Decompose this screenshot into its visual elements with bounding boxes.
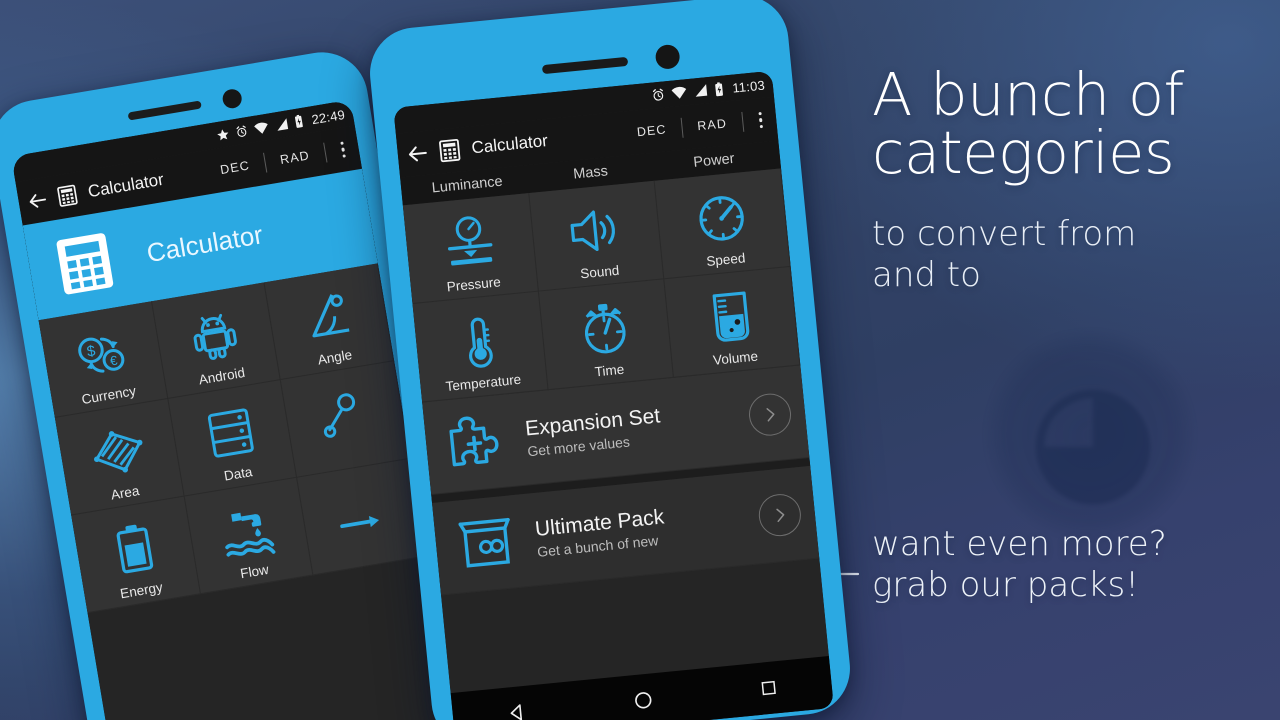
overflow-menu-icon[interactable]	[332, 140, 354, 159]
watermark-glyph: ◕	[1027, 348, 1159, 522]
alarm-icon	[235, 124, 250, 139]
category-grid: Pressure Sound Speed Temperature Time Vo…	[402, 168, 801, 403]
mode-dec-button[interactable]: DEC	[629, 122, 674, 140]
subheadline: to convert from and to	[872, 214, 1272, 297]
nav-recents-square-icon[interactable]	[758, 677, 780, 699]
battery-charging-icon	[714, 81, 725, 97]
calculator-icon	[47, 226, 123, 302]
battery-charging-icon	[294, 114, 305, 129]
signal-icon	[274, 117, 290, 132]
mode-rad-button[interactable]: RAD	[690, 116, 735, 134]
category-cell-currency[interactable]: $ € Currency	[38, 301, 168, 418]
category-cell-force[interactable]	[297, 458, 427, 576]
promo-screenshot: ◕ 22:49 Calculator DEC RAD Calculator $ …	[0, 0, 1280, 720]
front-camera	[221, 87, 244, 110]
mode-dec-button[interactable]: DEC	[212, 157, 257, 178]
force-icon	[326, 477, 395, 546]
speedometer-icon	[689, 186, 755, 252]
app-title: Calculator	[86, 169, 166, 202]
puzzle-plus-icon	[441, 408, 511, 478]
earpiece-speaker	[127, 100, 202, 121]
category-label	[313, 551, 425, 570]
arrow-back-icon[interactable]	[405, 141, 431, 167]
faucet-flow-icon	[213, 496, 282, 565]
status-clock: 22:49	[310, 106, 346, 127]
actionbar-spacer	[172, 173, 206, 179]
promo-text: Expansion Set Get more values	[524, 398, 733, 459]
category-cell-temperature[interactable]: Temperature	[412, 291, 549, 403]
category-cell-speed[interactable]: Speed	[654, 168, 791, 280]
chevron-right-icon[interactable]	[747, 391, 793, 438]
calculator-icon	[55, 183, 80, 208]
android-navigation-bar	[450, 656, 834, 720]
category-cell-time[interactable]: Time	[538, 279, 675, 391]
category-cell-flow[interactable]: Flow	[184, 477, 314, 595]
signal-icon	[693, 83, 709, 98]
phone-right: 11:03 Calculator DEC RAD Luminance Mass …	[365, 0, 855, 720]
category-cell-area[interactable]: Area	[54, 398, 185, 516]
currency-exchange-icon: $ €	[67, 320, 136, 389]
svg-text:€: €	[109, 352, 119, 368]
arrow-back-icon[interactable]	[25, 188, 50, 213]
banner-title: Calculator	[144, 218, 265, 268]
actionbar-divider	[262, 152, 268, 173]
headline-line-2: categories	[872, 117, 1175, 187]
category-cell-density[interactable]	[281, 361, 411, 478]
infinity-box-icon	[451, 509, 521, 579]
wifi-icon	[671, 85, 688, 100]
actionbar-spacer	[556, 134, 622, 140]
promo-text: Ultimate Pack Get a bunch of new	[534, 498, 743, 560]
alarm-icon	[651, 87, 666, 102]
category-cell-angle[interactable]: Angle	[264, 263, 395, 380]
packs-line-2: grab our packs!	[872, 565, 1139, 606]
battery-icon	[100, 515, 169, 584]
packs-line-1: want even more?	[872, 524, 1167, 564]
headline-line-1: A bunch of	[872, 60, 1184, 129]
chevron-right-icon[interactable]	[756, 492, 803, 539]
packs-callout: want even more? grab our packs!	[872, 524, 1272, 607]
subheadline-line-2: and to	[872, 255, 981, 296]
nav-home-circle-icon[interactable]	[631, 688, 655, 712]
beaker-icon	[699, 284, 765, 350]
category-cell-energy[interactable]: Energy	[71, 496, 201, 614]
background-watermark-logo: ◕	[985, 330, 1195, 540]
category-cell-android[interactable]: Android	[151, 282, 282, 399]
category-cell-data[interactable]: Data	[167, 379, 298, 497]
category-grid: $ € Currency Android Angle Area Data Ene…	[38, 263, 427, 614]
actionbar-divider	[680, 117, 684, 138]
data-server-icon	[197, 398, 266, 467]
category-cell-volume[interactable]: Volume	[664, 266, 801, 378]
subheadline-line-1: to convert from	[872, 214, 1137, 254]
pressure-gauge-icon	[437, 210, 503, 276]
calculator-icon	[437, 137, 463, 163]
overflow-menu-icon[interactable]	[750, 111, 771, 129]
category-cell-sound[interactable]: Sound	[528, 180, 665, 292]
earpiece-speaker	[541, 56, 629, 75]
thermometer-icon	[447, 309, 513, 375]
actionbar-divider-2	[322, 142, 327, 163]
area-icon	[84, 417, 153, 486]
wifi-icon	[253, 120, 270, 135]
star-icon	[216, 127, 231, 142]
mode-rad-button[interactable]: RAD	[272, 147, 317, 168]
phone-right-screen: 11:03 Calculator DEC RAD Luminance Mass …	[393, 70, 834, 720]
density-icon	[310, 379, 379, 448]
status-clock: 11:03	[731, 77, 766, 96]
stopwatch-icon	[573, 296, 639, 362]
front-camera	[654, 43, 681, 70]
app-title: Calculator	[470, 131, 549, 158]
svg-text:$: $	[85, 342, 97, 360]
category-cell-pressure[interactable]: Pressure	[402, 193, 539, 304]
actionbar-divider-2	[740, 111, 744, 132]
android-icon	[180, 301, 249, 370]
angle-icon	[294, 282, 363, 351]
headline: A bunch of categories	[872, 60, 1272, 187]
speaker-icon	[563, 198, 629, 264]
nav-back-triangle-icon[interactable]	[505, 701, 529, 720]
